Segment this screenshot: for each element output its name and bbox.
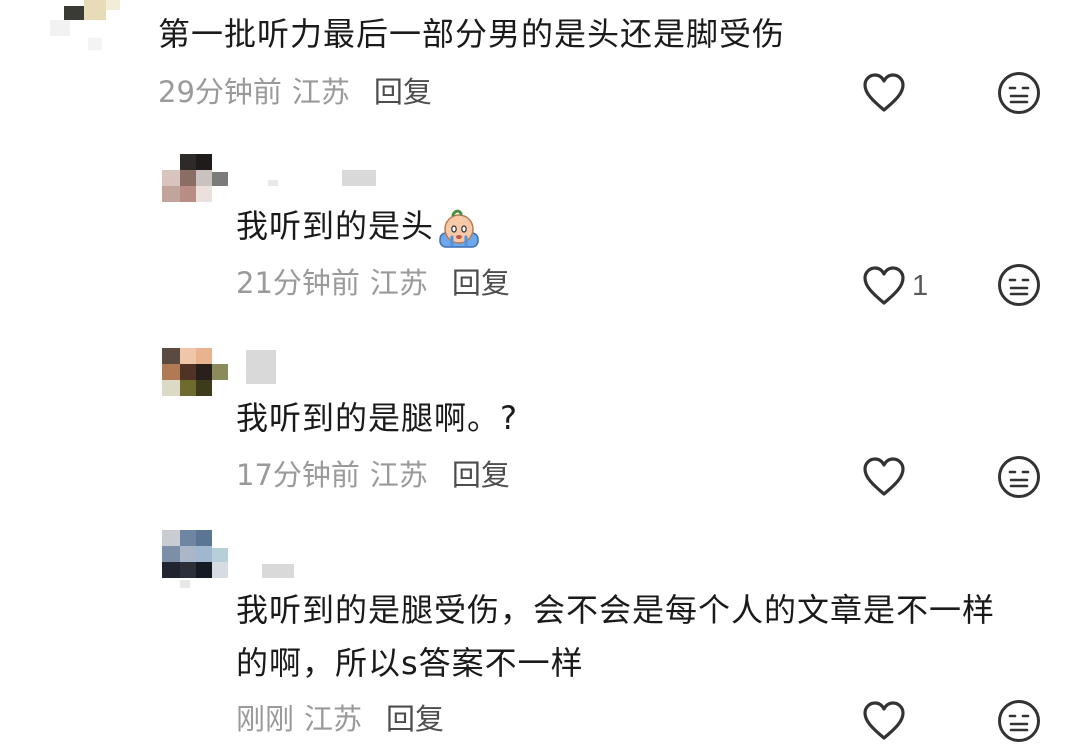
comment-text: 我听到的是头 <box>236 200 482 252</box>
neutral-face-icon[interactable] <box>997 455 1041 499</box>
avatar[interactable] <box>162 530 228 588</box>
like-button[interactable] <box>862 455 912 499</box>
avatar[interactable] <box>162 154 228 206</box>
username[interactable] <box>268 180 278 186</box>
comment-thread: 第一批听力最后一部分男的是头还是脚受伤 29分钟前 江苏 回复 我听到的是头 2… <box>0 0 1080 749</box>
username-blur[interactable] <box>246 350 276 384</box>
avatar[interactable] <box>162 348 228 400</box>
like-button[interactable] <box>862 699 912 743</box>
heart-outline-icon <box>863 73 905 112</box>
neutral-face-icon[interactable] <box>997 263 1041 307</box>
comment-location: 江苏 <box>369 458 428 492</box>
neutral-face-icon[interactable] <box>997 699 1041 743</box>
comment-location: 江苏 <box>291 75 350 109</box>
username-blur[interactable] <box>262 564 294 578</box>
comment-meta: 21分钟前 江苏 回复 <box>236 263 510 303</box>
comment-text: 第一批听力最后一部分男的是头还是脚受伤 <box>158 15 786 53</box>
heart-outline-icon <box>863 457 905 496</box>
like-button[interactable] <box>862 71 912 115</box>
reply-button[interactable]: 回复 <box>452 458 510 492</box>
comment-text-line1: 我听到的是腿受伤，会不会是每个人的文章是不一样 <box>236 591 996 629</box>
comment-meta: 29分钟前 江苏 回复 <box>158 72 432 112</box>
avatar[interactable] <box>50 0 120 50</box>
comment-text-line2: 的啊，所以s答案不一样 <box>236 644 584 682</box>
like-button[interactable]: 1 <box>862 264 928 308</box>
comment-location: 江苏 <box>369 266 428 300</box>
comment-time: 29分钟前 <box>158 75 282 109</box>
heart-outline-icon <box>863 266 905 305</box>
neutral-face-icon[interactable] <box>997 71 1041 115</box>
comment-meta: 17分钟前 江苏 回复 <box>236 455 510 495</box>
like-count: 1 <box>912 269 929 302</box>
comment-time: 17分钟前 <box>236 458 360 492</box>
reply-button[interactable]: 回复 <box>374 75 432 109</box>
username-blur <box>342 170 376 186</box>
comment-text-content: 我听到的是头 <box>236 207 435 245</box>
comment-location: 江苏 <box>304 702 363 736</box>
comment-time: 刚刚 <box>236 702 295 736</box>
comment-text: 我听到的是腿啊。? <box>236 399 518 437</box>
reply-button[interactable]: 回复 <box>386 702 444 736</box>
crying-face-emoji <box>439 209 479 248</box>
reply-button[interactable]: 回复 <box>452 266 510 300</box>
heart-outline-icon <box>863 701 905 740</box>
comment-meta: 刚刚 江苏 回复 <box>236 699 444 739</box>
comment-time: 21分钟前 <box>236 266 360 300</box>
